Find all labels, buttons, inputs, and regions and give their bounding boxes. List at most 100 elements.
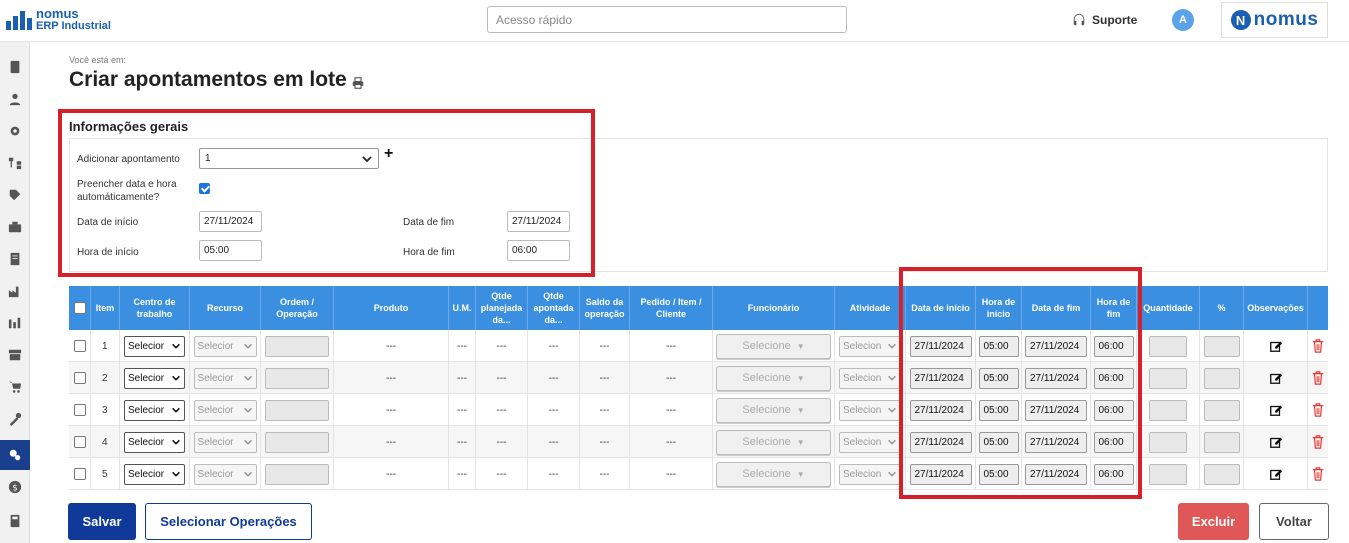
chevron-down-icon (172, 407, 180, 413)
production-icon[interactable] (0, 308, 30, 338)
app-logo[interactable]: nomus ERP Industrial (6, 6, 111, 32)
quantidade-input[interactable] (1149, 431, 1187, 453)
centro-select[interactable]: Selecior (124, 399, 185, 421)
centro-select[interactable]: Selecior (124, 367, 185, 389)
factory-icon[interactable] (0, 276, 30, 306)
recurso-select[interactable]: Selecior (193, 431, 257, 453)
hierarchy-icon[interactable] (0, 148, 30, 178)
recurso-cell: Selecior (190, 458, 261, 490)
edit-icon[interactable] (1269, 371, 1283, 385)
quantidade-input[interactable] (1149, 367, 1187, 389)
quantidade-input[interactable] (1149, 399, 1187, 421)
centro-select[interactable]: Selecior (124, 463, 185, 485)
cart-icon[interactable] (0, 372, 30, 402)
funcionario-select[interactable]: Selecione ▼ (716, 365, 831, 391)
app-name: nomus (36, 6, 79, 21)
edit-icon[interactable] (1269, 403, 1283, 417)
select-all-checkbox[interactable] (73, 302, 86, 314)
trash-icon[interactable] (1311, 371, 1325, 385)
avatar[interactable]: A (1172, 9, 1194, 31)
trash-icon[interactable] (1311, 403, 1325, 417)
trash-icon[interactable] (1311, 339, 1325, 353)
row-checkbox[interactable] (73, 340, 86, 352)
centro-select[interactable]: Selecior (124, 335, 185, 357)
archive-icon[interactable] (0, 340, 30, 370)
atividade-cell: Selecion (835, 458, 906, 490)
funcionario-select[interactable]: Selecione ▼ (716, 461, 831, 487)
chevron-down-icon (888, 439, 896, 445)
centro-cell: Selecior (120, 394, 190, 426)
atividade-select[interactable]: Selecion (839, 463, 901, 485)
row-checkbox[interactable] (73, 468, 86, 480)
quantidade-input[interactable] (1149, 335, 1187, 357)
centro-select-value: Selecior (128, 404, 165, 416)
recurso-select[interactable]: Selecior (193, 463, 257, 485)
qtde-apont-cell: --- (528, 458, 580, 490)
row-checkbox[interactable] (73, 404, 86, 416)
chevron-down-icon (243, 407, 252, 413)
funcionario-select[interactable]: Selecione ▼ (716, 333, 831, 359)
tag-icon[interactable] (0, 180, 30, 210)
pct-input[interactable] (1203, 335, 1240, 357)
ordem-input[interactable] (265, 431, 329, 453)
app-subtitle: ERP Industrial (36, 20, 111, 32)
recurso-select[interactable]: Selecior (193, 367, 257, 389)
atividade-select[interactable]: Selecion (839, 335, 901, 357)
support-link[interactable]: Suporte (1072, 13, 1137, 27)
atividade-cell: Selecion (835, 426, 906, 458)
row-checkbox[interactable] (73, 372, 86, 384)
delete-button[interactable]: Excluir (1178, 503, 1249, 540)
ordem-input[interactable] (265, 335, 329, 357)
header-recurso: Recurso (190, 286, 261, 330)
quick-access-input[interactable]: Acesso rápido (487, 6, 847, 33)
trash-icon[interactable] (1311, 467, 1325, 481)
breadcrumb: Você está em: (69, 55, 127, 65)
print-icon[interactable] (352, 77, 364, 89)
row-checkbox[interactable] (73, 436, 86, 448)
ordem-input[interactable] (265, 399, 329, 421)
funcionario-select[interactable]: Selecione ▼ (716, 429, 831, 455)
qtde-apont-cell: --- (528, 426, 580, 458)
funcionario-select[interactable]: Selecione ▼ (716, 397, 831, 423)
highlight-date-columns (899, 267, 1142, 499)
document-icon[interactable] (0, 52, 30, 82)
tools-icon[interactable] (0, 404, 30, 434)
edit-icon[interactable] (1269, 339, 1283, 353)
report-icon[interactable] (0, 244, 30, 274)
save-button[interactable]: Salvar (68, 503, 136, 540)
header-item: Item (91, 286, 120, 330)
dollar-icon[interactable]: $ (0, 472, 30, 502)
chevron-down-icon (172, 375, 180, 381)
pct-input[interactable] (1203, 431, 1240, 453)
quantidade-input[interactable] (1149, 463, 1187, 485)
calculator-icon[interactable] (0, 506, 30, 536)
edit-icon[interactable] (1269, 467, 1283, 481)
user-icon[interactable] (0, 84, 30, 114)
pct-input[interactable] (1203, 463, 1240, 485)
atividade-select[interactable]: Selecion (839, 431, 901, 453)
trash-icon[interactable] (1311, 435, 1325, 449)
funcionario-cell: Selecione ▼ (713, 330, 835, 362)
briefcase-icon[interactable] (0, 212, 30, 242)
settings-icon[interactable] (0, 440, 30, 470)
atividade-select[interactable]: Selecion (839, 367, 901, 389)
atividade-select[interactable]: Selecion (839, 399, 901, 421)
edit-icon[interactable] (1269, 435, 1283, 449)
svg-text:$: $ (12, 484, 18, 494)
pedido-cell: --- (630, 426, 713, 458)
pct-input[interactable] (1203, 367, 1240, 389)
ordem-input[interactable] (265, 463, 329, 485)
recurso-select[interactable]: Selecior (193, 399, 257, 421)
recurso-select[interactable]: Selecior (193, 335, 257, 357)
centro-select[interactable]: Selecior (124, 431, 185, 453)
centro-select-value: Selecior (128, 372, 165, 384)
pct-input[interactable] (1203, 399, 1240, 421)
back-button[interactable]: Voltar (1259, 503, 1329, 540)
gear-icon[interactable] (0, 116, 30, 146)
row-checkbox-cell (69, 362, 91, 394)
chevron-down-icon (243, 343, 252, 349)
select-operations-button[interactable]: Selecionar Operações (145, 503, 312, 540)
produto-cell: --- (334, 394, 449, 426)
ordem-input[interactable] (265, 367, 329, 389)
row-item: 2 (91, 362, 120, 394)
